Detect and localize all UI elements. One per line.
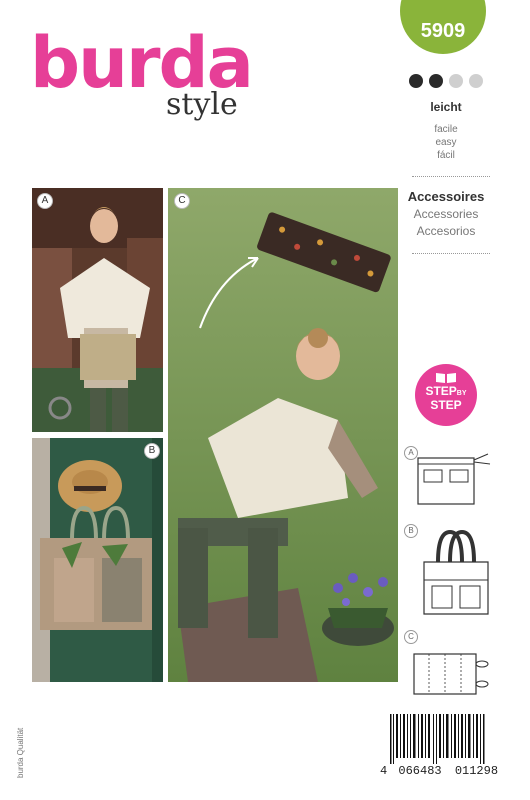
- step-by-step-badge: STEPBY STEP: [415, 364, 477, 426]
- view-letter-a: A: [37, 193, 53, 209]
- style-logo: style: [166, 87, 238, 122]
- divider: [412, 176, 490, 177]
- barcode-number: 4 066483 011298: [380, 764, 499, 778]
- difficulty-dot-filled: [409, 74, 423, 88]
- tech-drawing-a: [417, 453, 491, 505]
- photo-view-b: B: [32, 438, 163, 682]
- category-label-es: Accesorios: [416, 224, 476, 238]
- step-label-by: BY: [456, 390, 467, 397]
- tech-drawing-c: [413, 653, 489, 695]
- photo-view-c: C: [168, 188, 398, 682]
- divider: [412, 253, 490, 254]
- step-label-2: STEP: [430, 398, 462, 412]
- book-icon: [436, 373, 456, 383]
- step-label-1: STEPBY: [425, 384, 467, 398]
- difficulty-label-de: leicht: [430, 100, 462, 114]
- difficulty-label-es: fácil: [437, 150, 455, 161]
- category-label-de: Accessoires: [407, 189, 485, 204]
- photo-view-a: A: [32, 188, 163, 432]
- view-letter-b: B: [144, 443, 160, 459]
- pattern-number: 5909: [420, 20, 466, 42]
- difficulty-label-fr: facile: [434, 124, 458, 135]
- quality-label: burda Qualität: [16, 727, 25, 778]
- tech-drawing-b: [423, 529, 489, 615]
- difficulty-dot-empty: [449, 74, 463, 88]
- difficulty-dot-empty: [469, 74, 483, 88]
- difficulty-dots: [409, 74, 483, 88]
- tech-label-c: C: [404, 630, 418, 644]
- tech-label-b: B: [404, 524, 418, 538]
- barcode: [390, 714, 485, 764]
- difficulty-label-en: easy: [435, 137, 457, 148]
- view-letter-c: C: [174, 193, 190, 209]
- difficulty-dot-filled: [429, 74, 443, 88]
- category-label-en: Accessories: [413, 207, 479, 221]
